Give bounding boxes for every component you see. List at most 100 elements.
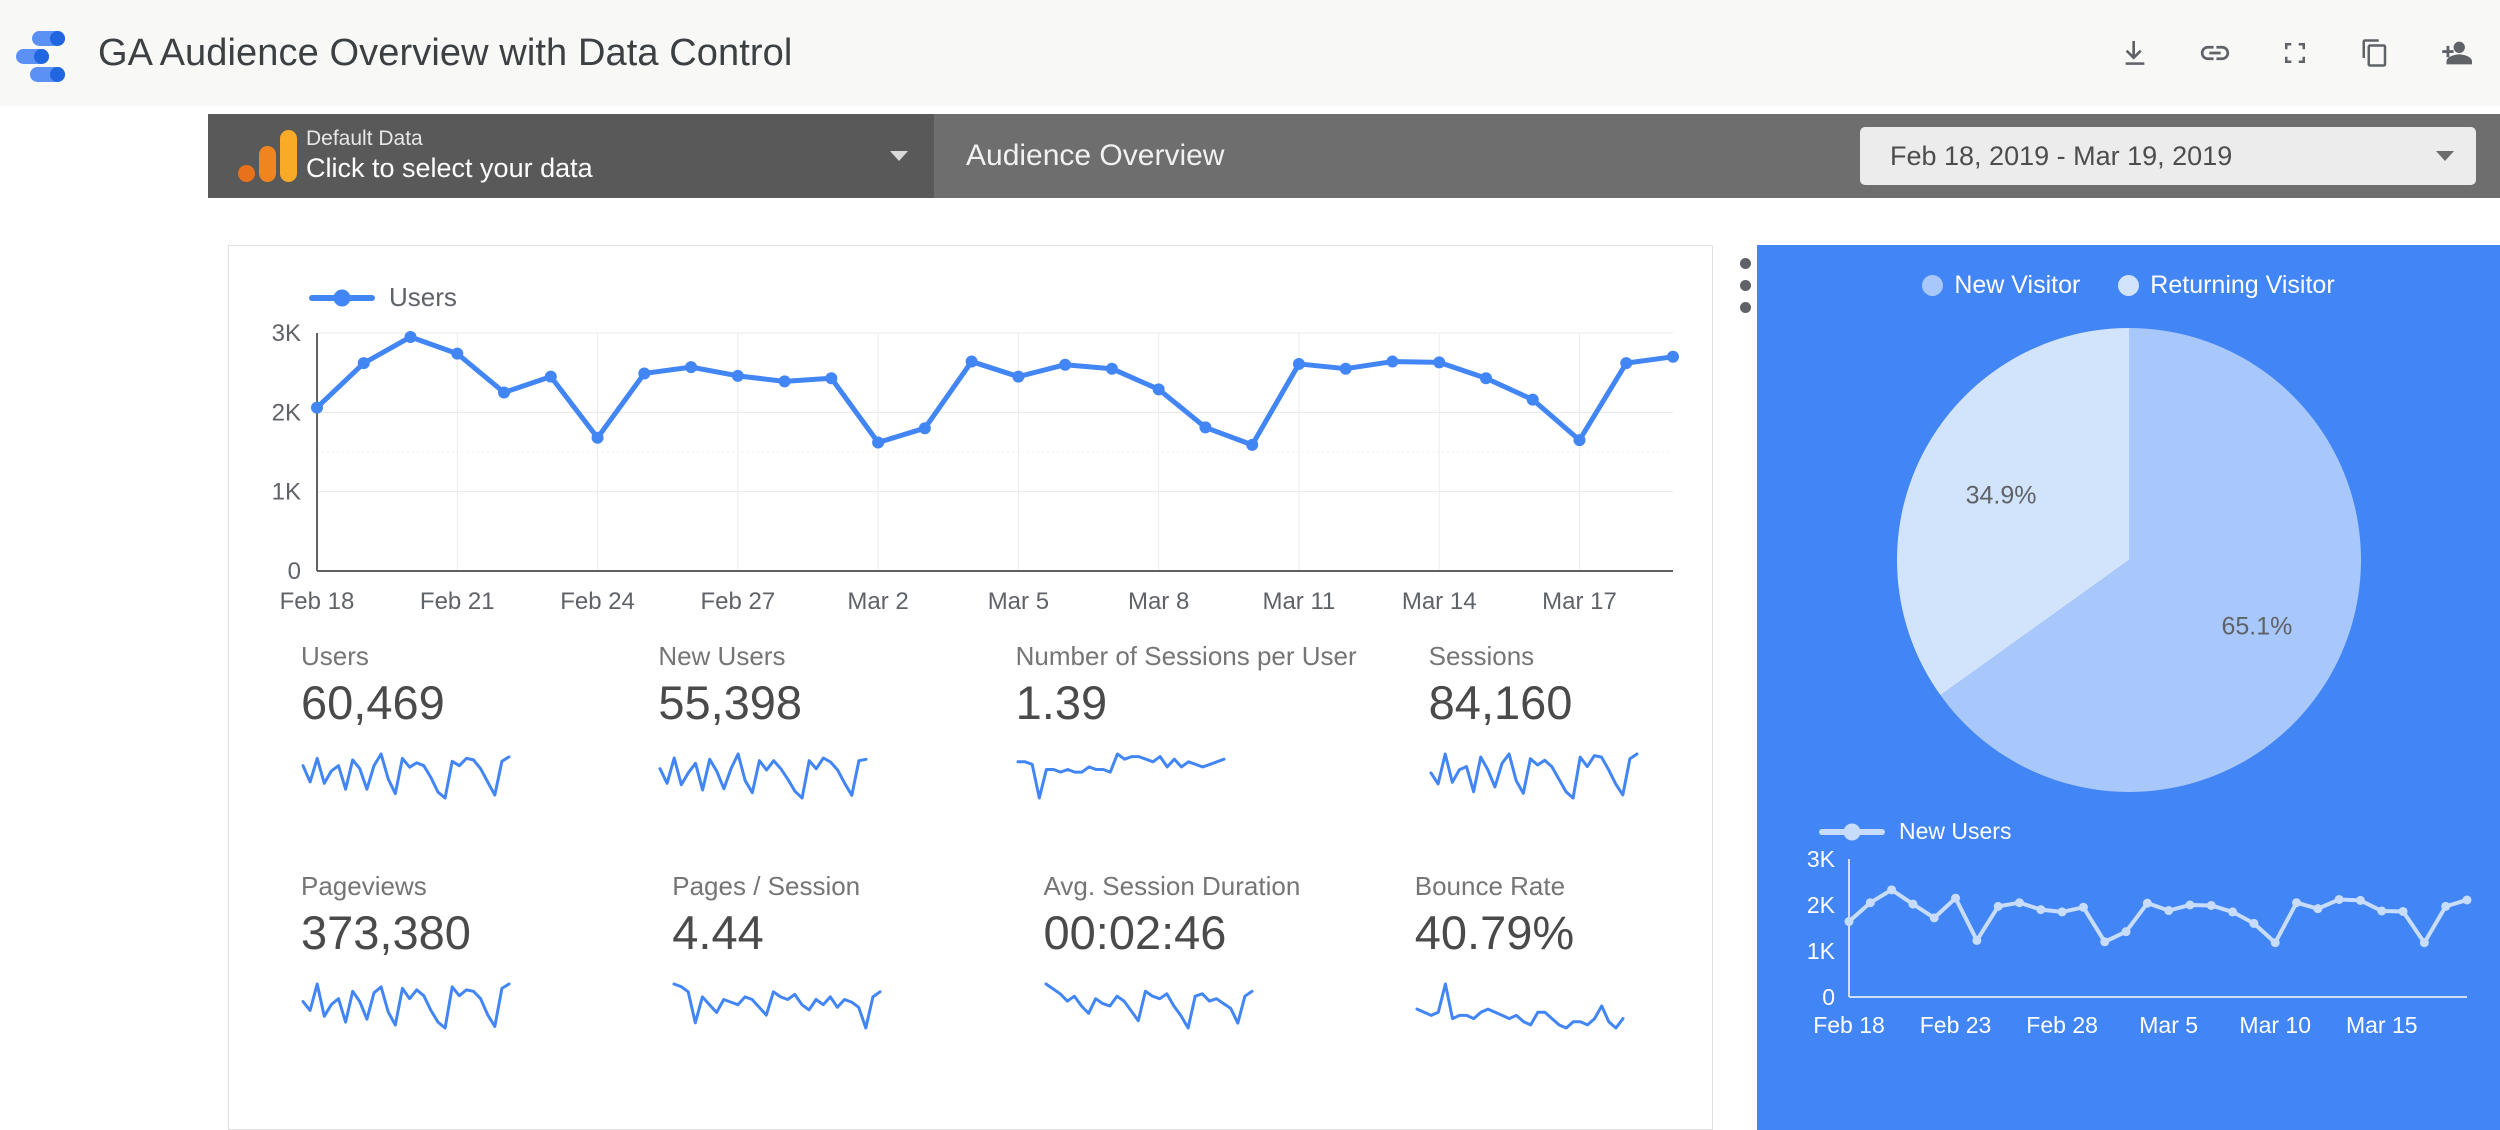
sparkline-new-users [658,746,943,809]
scorecard-value: 40.79% [1414,906,1575,959]
svg-text:Mar 11: Mar 11 [1262,588,1335,615]
svg-text:Mar 8: Mar 8 [1128,588,1189,615]
legend-swatch-users [309,294,375,301]
more-options-icon[interactable] [1733,258,1757,322]
scorecard-value: 00:02:46 [1043,906,1227,959]
svg-text:Feb 18: Feb 18 [1813,1012,1885,1038]
visitor-type-pie-chart[interactable]: 65.1% 34.9% [1757,310,2500,810]
legend-swatch-returning-visitor [2118,275,2140,296]
svg-text:Mar 10: Mar 10 [2239,1012,2311,1038]
scorecard-value: 60,469 [301,676,445,729]
svg-text:2K: 2K [272,399,301,426]
google-analytics-icon [238,130,297,182]
svg-text:Feb 21: Feb 21 [420,588,495,615]
svg-text:1K: 1K [1807,938,1836,964]
svg-text:0: 0 [1822,984,1835,1010]
sparkline-sessions-per-user [1016,746,1357,809]
sparkline-pageviews [301,976,600,1039]
app-header: GA Audience Overview with Data Control [0,0,2500,106]
scorecard-value: 1.39 [1015,676,1108,729]
scorecard-label: Sessions [1428,641,1535,671]
date-range-container: Feb 18, 2019 - Mar 19, 2019 [1860,114,2500,198]
scorecard-pages-per-session[interactable]: Pages / Session 4.44 [600,871,971,1039]
copy-icon[interactable] [2356,34,2394,72]
scorecard-value: 4.44 [672,906,764,959]
scorecard-pageviews[interactable]: Pageviews 373,380 [229,871,600,1039]
svg-text:Mar 5: Mar 5 [2139,1012,2198,1038]
svg-text:Mar 2: Mar 2 [847,588,908,615]
scorecard-row-1: Users 60,469 New Users 55,398 Number of … [229,641,1714,809]
link-icon[interactable] [2196,34,2234,72]
add-person-icon[interactable] [2436,34,2474,72]
sparkline-avg-session-duration [1044,976,1343,1039]
fullscreen-icon[interactable] [2276,34,2314,72]
download-icon[interactable] [2116,34,2154,72]
scorecard-label: Bounce Rate [1414,871,1566,901]
scorecard-label: New Users [658,641,786,671]
sparkline-sessions [1429,746,1714,809]
svg-text:1K: 1K [272,479,301,506]
scorecard-value: 55,398 [658,676,803,729]
data-control-value: Click to select your data [306,153,593,184]
scorecard-value: 373,380 [301,906,471,959]
pie-chart-legend: New Visitor Returning Visitor [1757,245,2500,300]
scorecard-sessions[interactable]: Sessions 84,160 [1357,641,1714,809]
scorecard-label: Number of Sessions per User [1015,641,1357,671]
scorecard-label: Pageviews [301,871,427,901]
scorecard-avg-session-duration[interactable]: Avg. Session Duration 00:02:46 [972,871,1343,1039]
svg-text:3K: 3K [272,320,301,347]
scorecard-users[interactable]: Users 60,469 [229,641,586,809]
report-card: Users 0 1K 2K 3K Feb 18 Feb 21 Feb 24 Feb 27 Mar… [228,245,1713,1130]
report-control-strip: Default Data Click to select your data A… [208,114,2500,198]
scorecard-label: Pages / Session [672,871,861,901]
visitor-panel: New Visitor Returning Visitor 65.1% 34.9%… [1757,245,2500,1130]
svg-text:Mar 15: Mar 15 [2346,1012,2418,1038]
legend-swatch-new-visitor [1922,275,1944,296]
users-timeseries-chart[interactable]: Users 0 1K 2K 3K Feb 18 Feb 21 Feb 24 Feb 27 Mar… [229,246,1714,646]
svg-text:2K: 2K [1807,892,1836,918]
data-studio-logo [14,25,70,82]
svg-text:Feb 24: Feb 24 [560,588,635,615]
svg-text:34.9%: 34.9% [1965,481,2036,509]
svg-text:Feb 18: Feb 18 [280,588,355,615]
users-chart-svg: 0 1K 2K 3K Feb 18 Feb 21 Feb 24 Feb 27 Mar 2 Mar … [272,320,1679,615]
scorecard-bounce-rate[interactable]: Bounce Rate 40.79% [1343,871,1714,1039]
scorecard-label: Users [301,641,369,671]
svg-text:65.1%: 65.1% [2221,613,2292,641]
scorecard-value: 84,160 [1428,676,1573,729]
svg-text:Feb 27: Feb 27 [700,588,775,615]
report-page-title: Audience Overview [966,139,1225,172]
new-users-chart-legend: New Users [1757,818,2500,845]
svg-text:Mar 14: Mar 14 [1402,588,1477,615]
legend-label-new-visitor: New Visitor [1954,271,2081,299]
legend-label-users: Users [389,282,457,312]
legend-item-new-visitor: New Visitor [1922,271,2080,300]
svg-text:Mar 17: Mar 17 [1542,588,1617,615]
legend-swatch-new-users [1819,828,1885,835]
sparkline-users [301,746,586,809]
chevron-down-icon[interactable] [2436,151,2454,161]
svg-text:Feb 23: Feb 23 [1920,1012,1992,1038]
new-users-chart-svg[interactable]: 0 1K 2K 3K Feb 18 Feb 23 Feb 28 Mar 5 Mar 10 Mar … [1757,845,2500,1075]
data-control-label: Default Data [306,127,423,150]
scorecard-label: Avg. Session Duration [1043,871,1301,901]
scorecard-row-2: Pageviews 373,380 Pages / Session 4.44 A… [229,871,1714,1039]
svg-text:Mar 5: Mar 5 [988,588,1049,615]
scorecard-new-users[interactable]: New Users 55,398 [586,641,943,809]
sparkline-pages-per-session [672,976,971,1039]
legend-item-returning-visitor: Returning Visitor [2118,271,2335,300]
chevron-down-icon[interactable] [890,151,908,161]
scorecard-sessions-per-user[interactable]: Number of Sessions per User 1.39 [944,641,1357,809]
svg-text:Feb 28: Feb 28 [2026,1012,2098,1038]
legend-label-new-users: New Users [1899,818,2012,844]
sparkline-bounce-rate [1415,976,1714,1039]
data-control-selector[interactable]: Default Data Click to select your data [208,114,934,198]
pie-svg: 65.1% 34.9% [1896,328,2361,792]
date-range-value: Feb 18, 2019 - Mar 19, 2019 [1890,140,2233,171]
header-actions [2116,34,2474,72]
legend-label-returning-visitor: Returning Visitor [2150,271,2335,299]
chart-legend: Users [229,246,1714,313]
date-range-selector[interactable]: Feb 18, 2019 - Mar 19, 2019 [1860,127,2476,185]
svg-text:0: 0 [288,558,301,585]
page-title: GA Audience Overview with Data Control [98,31,793,74]
